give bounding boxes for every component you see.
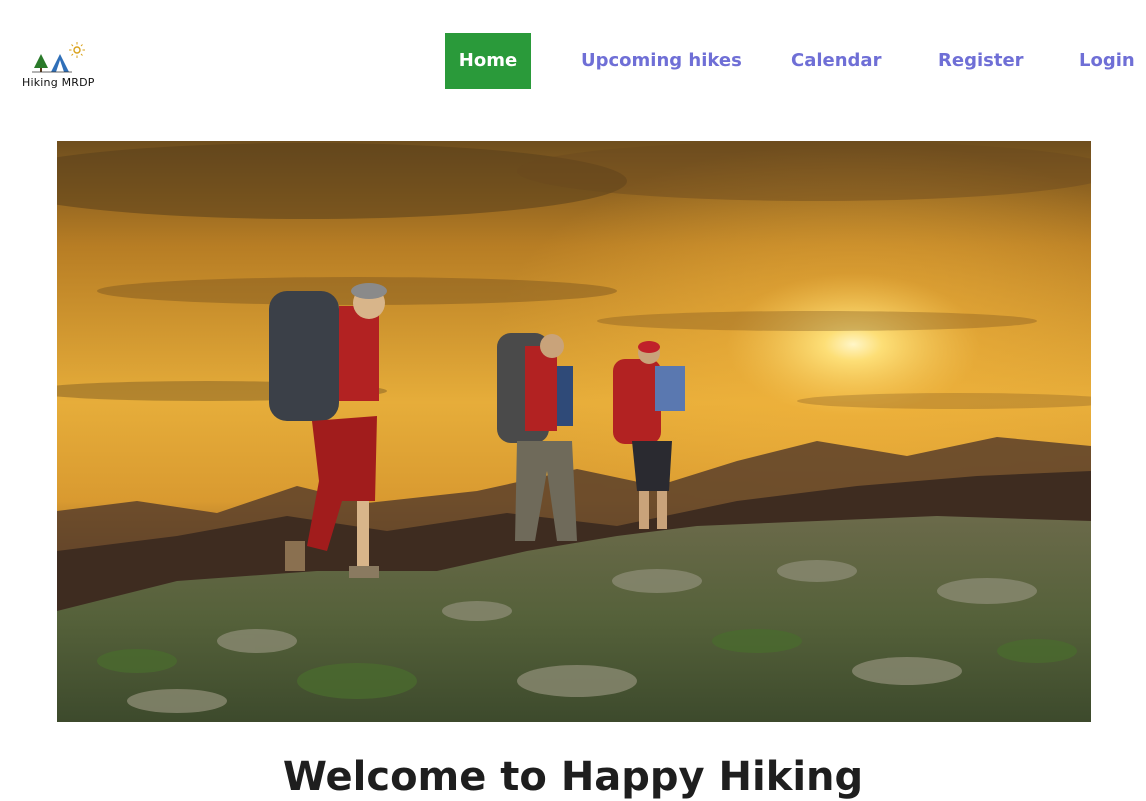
hero-image	[57, 141, 1091, 722]
tent-trees-logo-icon	[32, 42, 85, 73]
nav-upcoming-hikes[interactable]: Upcoming hikes	[581, 33, 742, 89]
site-logo[interactable]: Hiking MRDP	[20, 40, 94, 96]
page-heading: Welcome to Happy Hiking	[282, 754, 864, 800]
nav-login[interactable]: Login	[1079, 33, 1135, 89]
nav-calendar[interactable]: Calendar	[791, 33, 881, 89]
hikers-sunset-image-icon	[57, 141, 1091, 722]
logo-text: Hiking MRDP	[22, 76, 95, 89]
site-header: Hiking MRDP Home Upcoming hikes Calendar…	[0, 0, 1146, 122]
nav-home[interactable]: Home	[445, 33, 531, 89]
nav-register[interactable]: Register	[938, 33, 1024, 89]
